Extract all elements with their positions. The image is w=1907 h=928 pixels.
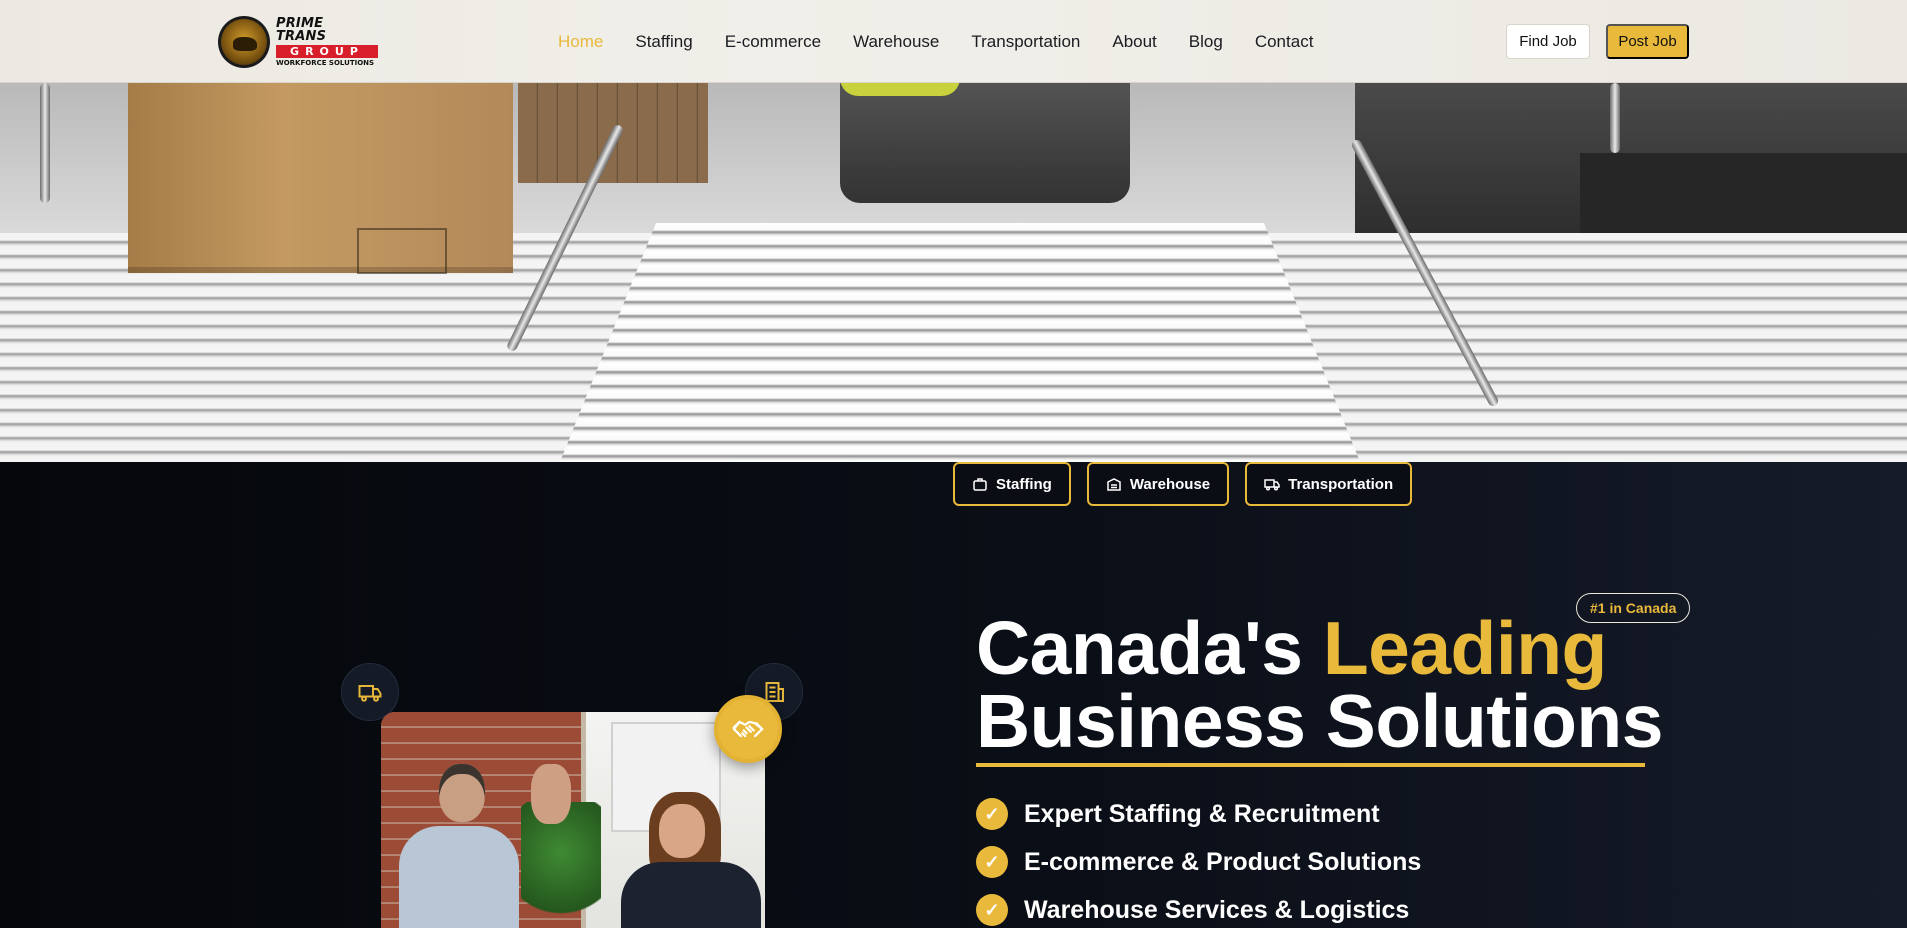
man-body — [399, 826, 519, 928]
nav-home[interactable]: Home — [558, 32, 603, 52]
box-label — [357, 228, 447, 274]
chip-warehouse-label: Warehouse — [1129, 475, 1211, 493]
chip-transportation-label: Transportation — [1288, 475, 1394, 493]
nav-contact[interactable]: Contact — [1255, 32, 1314, 52]
nav-transportation[interactable]: Transportation — [971, 32, 1080, 52]
feature-text: Warehouse Services & Logistics — [1024, 895, 1410, 924]
list-item: ✓ E-commerce & Product Solutions — [976, 838, 1421, 886]
hero-image — [0, 83, 1907, 462]
page-title: Canada's Leading Business Solutions — [976, 611, 1663, 759]
chip-staffing[interactable]: Staffing — [953, 462, 1071, 506]
list-item: ✓ Warehouse Services & Logistics — [976, 886, 1421, 928]
high-five-hands — [531, 764, 571, 824]
nav-ecommerce[interactable]: E-commerce — [725, 32, 821, 52]
conveyor-rollers-center — [560, 223, 1360, 462]
truck-icon — [1264, 479, 1280, 491]
feature-list: ✓ Expert Staffing & Recruitment ✓ E-comm… — [976, 790, 1421, 928]
chip-staffing-label: Staffing — [996, 475, 1052, 493]
worker-legs — [840, 83, 1130, 203]
woman-figure — [621, 792, 761, 928]
check-icon: ✓ — [976, 894, 1008, 926]
post-job-button[interactable]: Post Job — [1606, 24, 1689, 59]
chip-warehouse[interactable]: Warehouse — [1086, 462, 1230, 506]
nav-staffing[interactable]: Staffing — [635, 32, 692, 52]
conveyor-rail — [40, 83, 50, 203]
title-part-1: Canada's — [976, 606, 1323, 690]
woman-body — [621, 862, 761, 928]
nav-blog[interactable]: Blog — [1189, 32, 1223, 52]
list-item: ✓ Expert Staffing & Recruitment — [976, 790, 1421, 838]
main-nav: Home Staffing E-commerce Warehouse Trans… — [558, 0, 1345, 83]
conveyor-rail — [1610, 83, 1620, 153]
nav-warehouse[interactable]: Warehouse — [853, 32, 939, 52]
truck-icon — [358, 685, 382, 702]
warehouse-icon — [1107, 478, 1121, 491]
logo-wordmark: PRIME TRANS GROUP WORKFORCE SOLUTIONS — [275, 15, 378, 67]
service-chips: Staffing Warehouse Transportation — [953, 462, 1428, 506]
find-job-button[interactable]: Find Job — [1506, 24, 1590, 59]
handshake-badge — [714, 695, 782, 763]
title-part-2: Business Solutions — [976, 679, 1663, 763]
nav-about[interactable]: About — [1112, 32, 1156, 52]
man-head — [439, 764, 485, 822]
bull-logo-icon — [218, 15, 270, 68]
logo-line-3: WORKFORCE SOLUTIONS — [275, 58, 375, 67]
logo-line-2: GROUP — [275, 44, 378, 58]
feature-text: Expert Staffing & Recruitment — [1024, 799, 1380, 828]
feature-text: E-commerce & Product Solutions — [1024, 847, 1422, 876]
cardboard-box — [128, 83, 513, 273]
man-figure — [399, 764, 519, 928]
chip-transportation[interactable]: Transportation — [1245, 462, 1413, 506]
safety-vest — [840, 83, 960, 96]
team-photo — [381, 712, 765, 928]
handshake-icon — [732, 720, 764, 738]
logo[interactable]: PRIME TRANS GROUP WORKFORCE SOLUTIONS — [218, 14, 378, 69]
title-accent: Leading — [1322, 606, 1608, 690]
check-icon: ✓ — [976, 798, 1008, 830]
site-header: PRIME TRANS GROUP WORKFORCE SOLUTIONS Ho… — [0, 0, 1907, 83]
title-underline — [976, 763, 1645, 767]
briefcase-icon — [973, 478, 987, 491]
logo-line-1: PRIME TRANS — [275, 15, 327, 44]
woman-face — [659, 804, 705, 858]
page: PRIME TRANS GROUP WORKFORCE SOLUTIONS Ho… — [0, 0, 1907, 928]
check-icon: ✓ — [976, 846, 1008, 878]
